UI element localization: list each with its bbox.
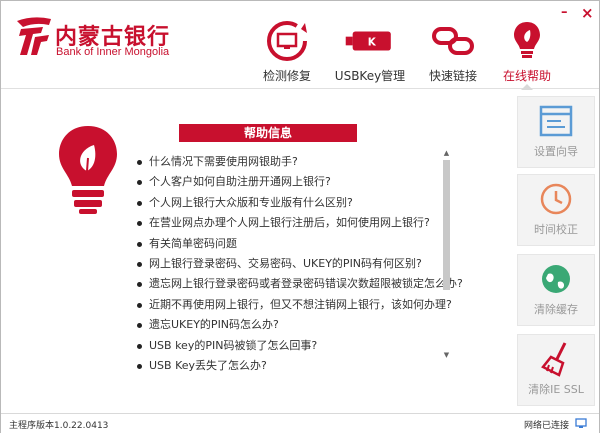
settings-wizard-icon	[539, 105, 573, 137]
bank-logo: 内蒙古银行 Bank of Inner Mongolia	[13, 13, 173, 63]
faq-item[interactable]: 近期不再使用网上银行，但又不想注销网上银行，该如何办理?	[135, 295, 452, 315]
version-text: 主程序版本1.0.22.0413	[9, 421, 109, 431]
setup-wizard-button[interactable]: 设置向导	[517, 96, 595, 168]
faq-item[interactable]: 网上银行登录密码、交易密码、UKEY的PIN码有何区别?	[135, 254, 435, 274]
nav-online-help[interactable]: 在线帮助	[497, 1, 557, 90]
globe-icon	[542, 265, 570, 293]
faq-item[interactable]: 个人客户如何自助注册开通网上银行?	[135, 172, 435, 192]
status-bar: 主程序版本1.0.22.0413 网络已连接	[1, 413, 599, 433]
svg-text:K: K	[368, 36, 377, 48]
tools-panel: 设置向导 时间校正 清除缓存 清除IE SSL	[517, 96, 597, 412]
clear-ie-ssl-button[interactable]: 清除IE SSL	[517, 334, 595, 406]
faq-scrollbar[interactable]: ▲ ▼	[441, 148, 452, 360]
help-title: 帮助信息	[179, 124, 357, 142]
network-connected-icon	[575, 418, 587, 428]
scroll-up-icon[interactable]: ▲	[441, 148, 452, 158]
faq-item[interactable]: 有关简单密码问题	[135, 234, 435, 254]
nav-label: 快速链接	[428, 69, 477, 83]
broom-icon	[541, 342, 567, 377]
header: 内蒙古银行 Bank of Inner Mongolia – × 检测修复 K …	[1, 1, 599, 90]
nav-usbkey[interactable]: K USBKey管理	[334, 1, 406, 89]
network-status-text: 网络已连接	[523, 421, 569, 431]
faq-item[interactable]: 遗忘网上银行登录密码或者登录密码错误次数超限被锁定怎么办?	[135, 274, 463, 294]
link-chain-icon	[432, 27, 474, 55]
clear-ie-ssl-label: 清除IE SSL	[528, 383, 584, 396]
faq-item[interactable]: USB key的PIN码被锁了怎么回事?	[135, 336, 435, 356]
faq-item[interactable]: 什么情况下需要使用网银助手?	[135, 152, 435, 172]
clear-cache-button[interactable]: 清除缓存	[517, 254, 595, 326]
nav-detect-repair[interactable]: 检测修复	[257, 1, 317, 89]
bank-logo-icon	[17, 17, 51, 55]
lightbulb-illustration-icon	[59, 126, 117, 214]
faq-item[interactable]: USB Key丢失了怎么办?	[135, 356, 435, 376]
faq-item[interactable]: 在营业网点办理个人网上银行注册后，如何使用网上银行?	[135, 213, 435, 233]
time-correction-label: 时间校正	[534, 223, 578, 236]
nav-label: 检测修复	[262, 69, 311, 83]
nav-label: USBKey管理	[334, 69, 406, 83]
close-button[interactable]: ×	[581, 6, 594, 21]
lightbulb-icon	[514, 22, 540, 58]
scroll-down-icon[interactable]: ▼	[441, 350, 452, 360]
minimize-button[interactable]: –	[561, 6, 568, 19]
monitor-refresh-icon	[267, 21, 307, 61]
setup-wizard-label: 设置向导	[534, 145, 578, 158]
faq-list: 什么情况下需要使用网银助手? 个人客户如何自助注册开通网上银行? 个人网上银行大…	[135, 152, 463, 376]
faq-item[interactable]: 个人网上银行大众版和专业版有什么区别?	[135, 193, 435, 213]
scroll-thumb[interactable]	[443, 160, 450, 290]
nav-label: 在线帮助	[502, 69, 551, 83]
faq-item[interactable]: 遗忘UKEY的PIN码怎么办?	[135, 315, 435, 335]
bank-name-en: Bank of Inner Mongolia	[56, 46, 170, 58]
help-content: 帮助信息 什么情况下需要使用网银助手? 个人客户如何自助注册开通网上银行? 个人…	[1, 90, 599, 413]
clear-cache-label: 清除缓存	[534, 303, 578, 316]
clock-icon	[540, 183, 572, 215]
usbkey-icon: K	[345, 31, 391, 51]
time-correction-button[interactable]: 时间校正	[517, 174, 595, 246]
nav-quick-links[interactable]: 快速链接	[423, 1, 483, 89]
app-window: 内蒙古银行 Bank of Inner Mongolia – × 检测修复 K …	[0, 0, 600, 433]
